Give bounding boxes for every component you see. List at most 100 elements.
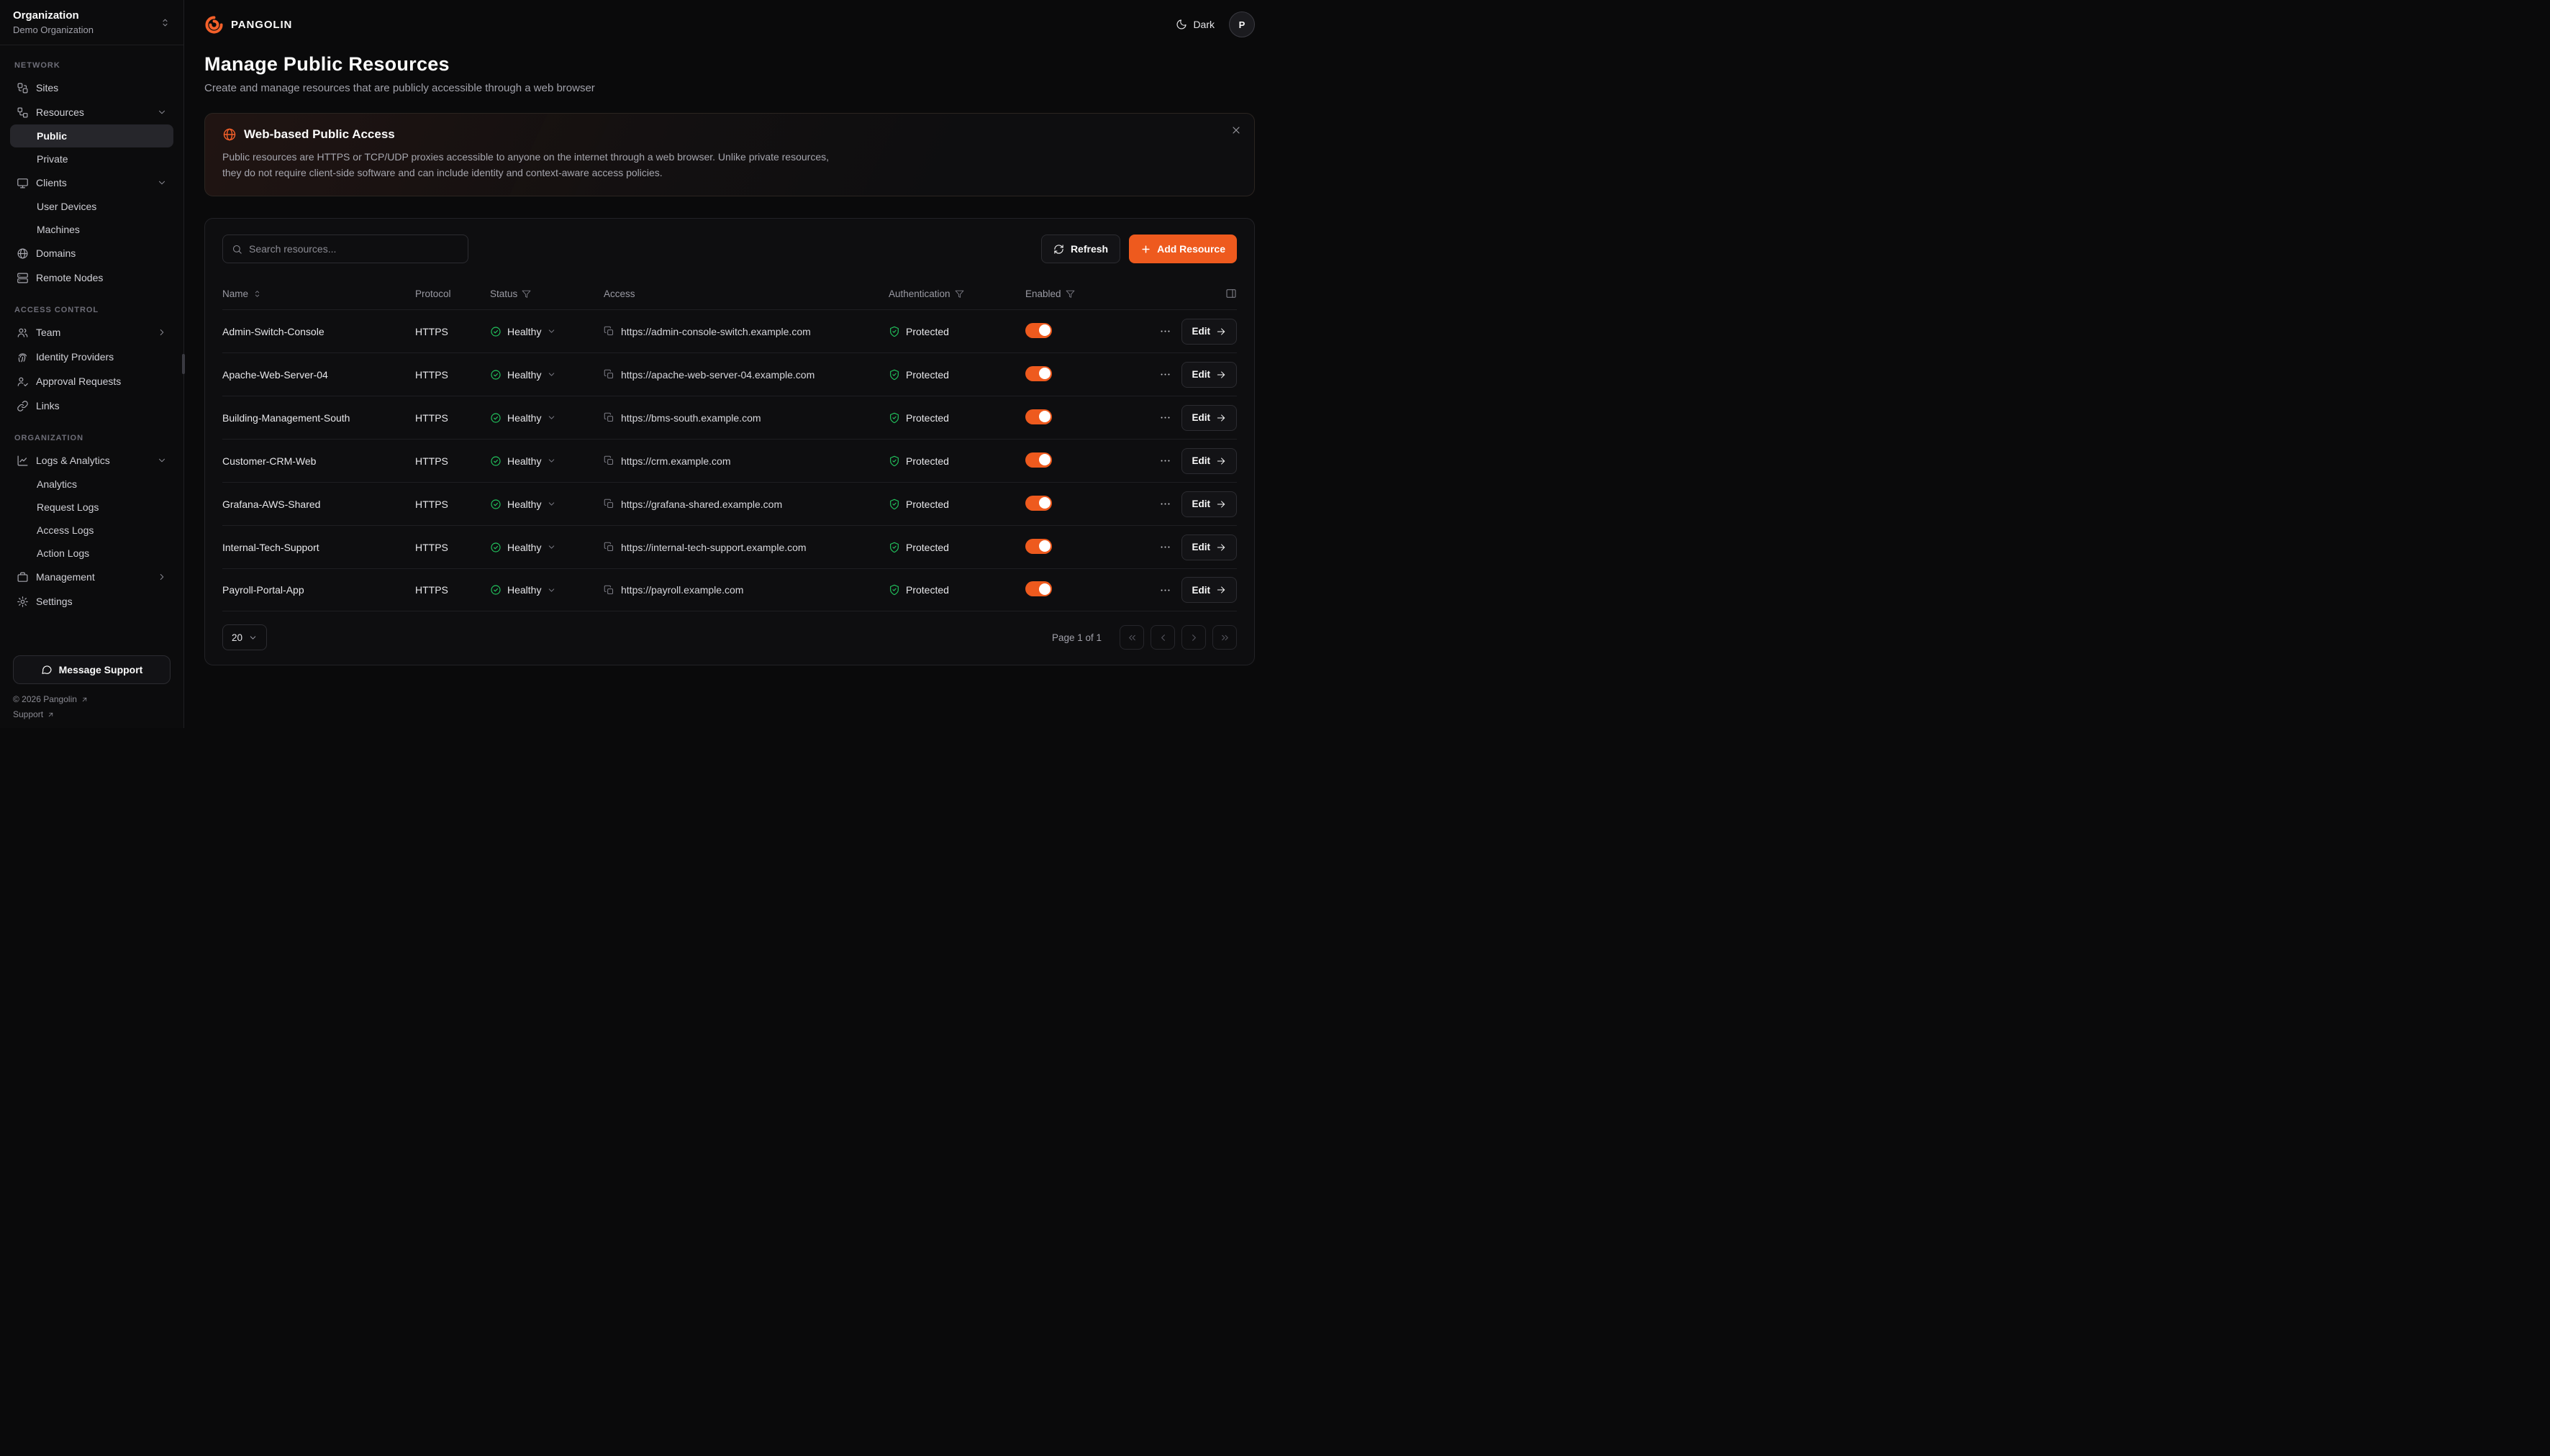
enabled-toggle[interactable] [1025,496,1052,511]
status-dropdown[interactable]: Healthy [490,455,598,467]
enabled-toggle[interactable] [1025,581,1052,596]
sidebar-item-clients[interactable]: Clients [10,170,173,195]
sidebar-item-action-logs[interactable]: Action Logs [10,542,173,565]
first-page-button[interactable] [1120,625,1144,650]
status-dropdown[interactable]: Healthy [490,542,598,553]
arrow-right-icon [1216,370,1226,380]
check-circle-icon [490,499,502,510]
ellipsis-icon [1159,411,1171,424]
row-menu-button[interactable] [1156,365,1174,383]
sidebar-item-user-devices[interactable]: User Devices [10,195,173,218]
chevron-down-icon [547,327,556,336]
enabled-toggle[interactable] [1025,323,1052,338]
column-header-name[interactable]: Name [222,288,409,299]
search-input[interactable] [249,243,459,255]
edit-button[interactable]: Edit [1181,534,1238,560]
status-dropdown[interactable]: Healthy [490,369,598,381]
org-selector[interactable]: Organization Demo Organization [0,0,183,45]
enabled-toggle[interactable] [1025,366,1052,381]
resource-url[interactable]: https://bms-south.example.com [621,412,761,424]
edit-button[interactable]: Edit [1181,448,1238,474]
columns-visibility-button[interactable] [1225,288,1237,299]
sidebar-item-team[interactable]: Team [10,320,173,345]
sidebar-item-resources[interactable]: Resources [10,100,173,124]
last-page-button[interactable] [1212,625,1237,650]
actions-cell: Edit [1127,319,1237,345]
edit-button[interactable]: Edit [1181,491,1238,517]
resource-url[interactable]: https://grafana-shared.example.com [621,499,782,510]
row-menu-button[interactable] [1156,538,1174,556]
fingerprint-icon [17,351,29,363]
previous-page-button[interactable] [1151,625,1175,650]
row-menu-button[interactable] [1156,495,1174,513]
edit-button[interactable]: Edit [1181,319,1238,345]
status-dropdown[interactable]: Healthy [490,584,598,596]
copy-url-button[interactable] [604,369,614,380]
sidebar-item-remote-nodes[interactable]: Remote Nodes [10,265,173,290]
sidebar-item-machines[interactable]: Machines [10,218,173,241]
row-menu-button[interactable] [1156,322,1174,340]
sidebar-item-approval-requests[interactable]: Approval Requests [10,369,173,393]
sidebar-item-domains[interactable]: Domains [10,241,173,265]
resource-url[interactable]: https://crm.example.com [621,455,731,467]
edit-button[interactable]: Edit [1181,362,1238,388]
copy-url-button[interactable] [604,412,614,423]
enabled-toggle[interactable] [1025,409,1052,424]
status-dropdown[interactable]: Healthy [490,326,598,337]
auth-label: Protected [906,542,949,553]
refresh-button[interactable]: Refresh [1041,235,1120,263]
sidebar-item-links[interactable]: Links [10,393,173,418]
page-size-select[interactable]: 20 [222,624,267,650]
row-menu-button[interactable] [1156,581,1174,599]
theme-toggle-button[interactable]: Dark [1176,19,1215,30]
check-circle-icon [490,326,502,337]
search-box[interactable] [222,235,468,263]
copyright-link[interactable]: © 2026 Pangolin [13,694,171,704]
sidebar-item-request-logs[interactable]: Request Logs [10,496,173,519]
resource-url[interactable]: https://payroll.example.com [621,584,743,596]
sidebar-item-analytics[interactable]: Analytics [10,473,173,496]
auth-cell: Protected [889,412,1020,424]
enabled-toggle[interactable] [1025,539,1052,554]
resource-url[interactable]: https://admin-console-switch.example.com [621,326,811,337]
copy-url-button[interactable] [604,499,614,509]
copy-url-button[interactable] [604,585,614,596]
copy-url-button[interactable] [604,455,614,466]
copy-url-button[interactable] [604,542,614,552]
columns-icon [1225,288,1237,299]
sidebar-item-private[interactable]: Private [10,147,173,170]
org-selector-value: Demo Organization [13,24,94,35]
edit-button[interactable]: Edit [1181,577,1238,603]
row-menu-button[interactable] [1156,452,1174,470]
banner-close-button[interactable] [1230,124,1242,136]
user-avatar[interactable]: P [1229,12,1255,37]
copy-icon [604,412,614,423]
theme-label: Dark [1193,19,1215,30]
support-link[interactable]: Support [13,709,171,719]
copy-url-button[interactable] [604,326,614,337]
next-page-button[interactable] [1181,625,1206,650]
resource-url[interactable]: https://internal-tech-support.example.co… [621,542,807,553]
sidebar-item-public[interactable]: Public [10,124,173,147]
resource-url[interactable]: https://apache-web-server-04.example.com [621,369,815,381]
sidebar-item-management[interactable]: Management [10,565,173,589]
status-dropdown[interactable]: Healthy [490,499,598,510]
row-menu-button[interactable] [1156,409,1174,427]
sidebar-resize-handle[interactable] [182,354,185,374]
column-header-status[interactable]: Status [490,288,598,299]
chevrons-up-down-icon [160,17,171,28]
sidebar-item-logs-analytics[interactable]: Logs & Analytics [10,448,173,473]
enabled-toggle[interactable] [1025,452,1052,468]
column-header-enabled[interactable]: Enabled [1025,288,1122,299]
check-circle-icon [490,369,502,381]
message-support-button[interactable]: Message Support [13,655,171,684]
sidebar-item-identity-providers[interactable]: Identity Providers [10,345,173,369]
edit-button[interactable]: Edit [1181,405,1238,431]
sidebar-item-settings[interactable]: Settings [10,589,173,614]
sidebar-item-access-logs[interactable]: Access Logs [10,519,173,542]
status-dropdown[interactable]: Healthy [490,412,598,424]
brand[interactable]: PANGOLIN [204,15,292,35]
column-header-authentication[interactable]: Authentication [889,288,1020,299]
sidebar-item-sites[interactable]: Sites [10,76,173,100]
add-resource-button[interactable]: Add Resource [1129,235,1237,263]
